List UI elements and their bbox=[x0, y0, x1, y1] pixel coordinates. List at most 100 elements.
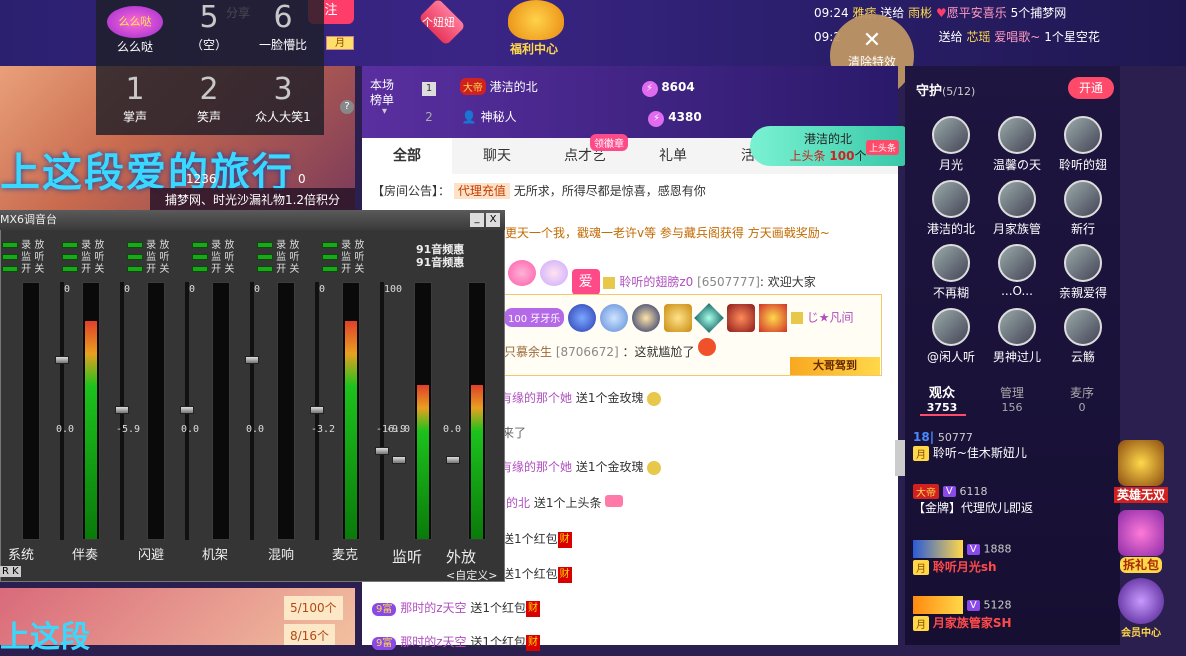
led-switch[interactable] bbox=[257, 266, 273, 272]
guard-item[interactable]: 聆听的翅 bbox=[1050, 116, 1116, 173]
guard-item[interactable]: 亲親爱得 bbox=[1050, 244, 1116, 301]
rank-row-1[interactable]: 1 大帝 港洁的北 ⚡ 8604 bbox=[422, 78, 695, 97]
guard-name: 港洁的北 bbox=[926, 222, 975, 236]
chat-user[interactable]: 那时的z天空 bbox=[400, 601, 466, 615]
fader-knob[interactable] bbox=[375, 446, 389, 455]
channel-switches[interactable]: 录 放 监 听 开 关 bbox=[127, 240, 185, 276]
hero-game-button[interactable]: 英雄无双 bbox=[1110, 440, 1172, 503]
viewer-row-1[interactable]: 18| 50777 月 聆听~佳木斯妞儿 bbox=[913, 430, 1027, 461]
emoji-item-2[interactable]: 5 （空） bbox=[172, 0, 246, 66]
guard-item[interactable]: 月光 bbox=[918, 116, 984, 173]
led-monitor[interactable] bbox=[127, 254, 143, 260]
gift-pack-button[interactable]: 拆礼包 bbox=[1110, 510, 1172, 573]
led-monitor[interactable] bbox=[192, 254, 208, 260]
chevron-down-icon[interactable]: ▾ bbox=[382, 106, 387, 117]
banner-help-icon[interactable]: ? bbox=[340, 100, 354, 114]
led-record[interactable] bbox=[322, 242, 338, 248]
announcement-tag[interactable]: 代理充值 bbox=[453, 183, 510, 199]
led-monitor[interactable] bbox=[62, 254, 78, 260]
welfare-chest-icon[interactable] bbox=[508, 0, 564, 40]
emoji-item-3[interactable]: 6 一脸懵比 bbox=[246, 0, 320, 66]
notice-target[interactable]: 雨彬 bbox=[908, 6, 932, 20]
member-center-button[interactable]: 会员中心 bbox=[1110, 578, 1172, 639]
led-monitor[interactable] bbox=[322, 254, 338, 260]
tab-admin[interactable]: 管理 156 bbox=[984, 384, 1040, 414]
guard-item[interactable]: 云觞 bbox=[1050, 308, 1116, 365]
led-monitor[interactable] bbox=[257, 254, 273, 260]
notice-gift[interactable]: 愿平安喜乐 bbox=[947, 6, 1007, 20]
custom-preset[interactable]: <自定义> bbox=[446, 567, 497, 583]
tab-all[interactable]: 全部 bbox=[362, 138, 452, 174]
welcome-text: 欢迎大家 bbox=[767, 275, 816, 289]
led-record[interactable] bbox=[127, 242, 143, 248]
guard-item[interactable]: @闲人听 bbox=[918, 308, 984, 365]
open-guard-button[interactable]: 开通 bbox=[1068, 77, 1114, 99]
channel-switches[interactable]: 录 放 监 听 开 关 bbox=[2, 240, 60, 276]
led-monitor[interactable] bbox=[2, 254, 18, 260]
channel-switches[interactable]: 录 放 监 听 开 关 bbox=[62, 240, 120, 276]
notice-gift[interactable]: 爱唱歌~ bbox=[994, 30, 1040, 44]
tab-viewers[interactable]: 观众 3753 bbox=[914, 382, 970, 414]
emoji-item-1[interactable]: 么么哒 么么哒 bbox=[98, 2, 172, 68]
tab-chat[interactable]: 聊天 bbox=[452, 138, 542, 174]
chat-user[interactable]: 只慕余生 bbox=[504, 345, 552, 359]
chat-user[interactable]: 有缘的那个她 bbox=[500, 391, 572, 405]
led-switch[interactable] bbox=[192, 266, 208, 272]
close-button[interactable]: X bbox=[486, 213, 500, 227]
led-record[interactable] bbox=[2, 242, 18, 248]
channel-switches[interactable]: 录 放 监 听 开 关 bbox=[192, 240, 250, 276]
guard-item[interactable]: 温馨の天 bbox=[984, 116, 1050, 173]
promo-message[interactable]: 更天一个我，戳魂一老许v等 参与藏兵阁获得 方天画戟奖励~ bbox=[505, 224, 830, 241]
chat-scrollbar[interactable] bbox=[895, 440, 905, 476]
led-record[interactable] bbox=[192, 242, 208, 248]
channel-switches[interactable]: 录 放 监 听 开 关 bbox=[322, 240, 380, 276]
led-switch[interactable] bbox=[322, 266, 338, 272]
fader-knob[interactable] bbox=[180, 406, 194, 414]
guard-item[interactable]: 男神过儿 bbox=[984, 308, 1050, 365]
mixer-bottom-left[interactable]: R K bbox=[0, 566, 21, 577]
rank-label[interactable]: 本场榜单 bbox=[370, 78, 404, 108]
guard-header: 守护(5/12) bbox=[916, 80, 975, 99]
notice-target[interactable]: 芯瑶 bbox=[966, 30, 990, 44]
led-switch[interactable] bbox=[62, 266, 78, 272]
welfare-center-label[interactable]: 福利中心 bbox=[510, 40, 558, 57]
tab-gifts[interactable]: 礼单 bbox=[628, 138, 718, 174]
emoji-item-5[interactable]: 2 笑声 bbox=[172, 72, 246, 138]
channel-switches[interactable]: 录 放 监 听 开 关 bbox=[257, 240, 315, 276]
rank-row-2[interactable]: 2 👤 神秘人 ⚡ 4380 bbox=[422, 108, 702, 127]
output-knob[interactable] bbox=[392, 456, 406, 464]
chat-user[interactable]: 的北 bbox=[506, 496, 530, 510]
viewer-row-2[interactable]: 大帝 V 6118 【金牌】代理欣儿即返 bbox=[913, 484, 1033, 516]
chat-user[interactable]: 有缘的那个她 bbox=[500, 460, 572, 474]
guard-item[interactable]: 不再糊 bbox=[918, 244, 984, 301]
fader-knob[interactable] bbox=[55, 355, 69, 364]
guard-item[interactable]: ...O... bbox=[984, 244, 1050, 298]
tab-admin-label: 管理 bbox=[999, 386, 1024, 400]
vip-user[interactable]: じ★凡间 bbox=[807, 311, 854, 325]
guard-item[interactable]: 新行 bbox=[1050, 180, 1116, 237]
viewer-row-3[interactable]: V 1888 月 聆听月光sh bbox=[913, 540, 1012, 575]
chat-action: 送1个红包 bbox=[470, 635, 526, 649]
minimize-button[interactable]: _ bbox=[470, 213, 484, 227]
output-knob[interactable] bbox=[446, 456, 460, 464]
led-switch[interactable] bbox=[127, 266, 143, 272]
guard-item[interactable]: 港洁的北 bbox=[918, 180, 984, 237]
mixer-title-bar[interactable]: MX6调音台 bbox=[0, 210, 505, 230]
fader-knob[interactable] bbox=[115, 406, 129, 414]
guard-item[interactable]: 月家族管 bbox=[984, 180, 1050, 237]
emoji-item-4[interactable]: 1 掌声 bbox=[98, 72, 172, 138]
guard-name: 月家族管 bbox=[992, 222, 1041, 236]
level-icon bbox=[790, 312, 803, 324]
tab-seats[interactable]: 麦序 0 bbox=[1054, 384, 1110, 414]
viewer-row-4[interactable]: V 5128 月 月家族管家SH bbox=[913, 596, 1012, 631]
led-switch[interactable] bbox=[2, 266, 18, 272]
fader-knob[interactable] bbox=[245, 355, 259, 364]
output-value: 0.0 bbox=[443, 424, 462, 435]
led-record[interactable] bbox=[62, 242, 78, 248]
fader-knob[interactable] bbox=[310, 406, 324, 414]
welcome-user[interactable]: 聆听的翅膀z0 bbox=[619, 275, 693, 289]
channel-top-value: 0 bbox=[319, 284, 326, 295]
led-record[interactable] bbox=[257, 242, 273, 248]
chat-user[interactable]: 那时的z天空 bbox=[400, 635, 466, 649]
emoji-item-6[interactable]: 3 众人大笑1 bbox=[246, 72, 320, 138]
